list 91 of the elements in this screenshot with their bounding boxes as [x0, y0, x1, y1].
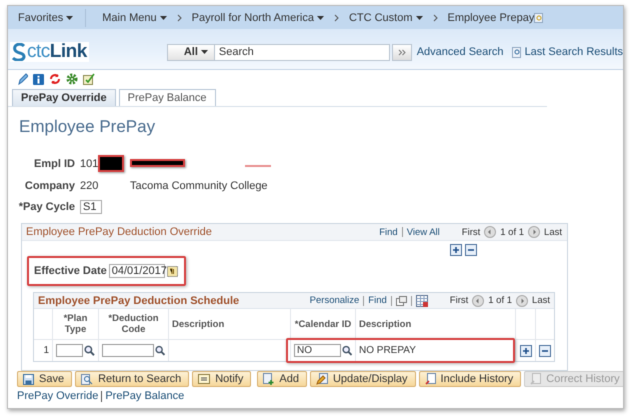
new-window-icon[interactable]	[396, 296, 407, 306]
calendar-description: NO PREPAY	[359, 345, 416, 356]
effective-date-field[interactable]: 04/01/2017	[108, 264, 165, 278]
delete-row-icon[interactable]	[539, 344, 551, 356]
tab[interactable]: PrePay Balance	[118, 89, 216, 106]
toolbar-button[interactable]: Save	[17, 371, 72, 387]
search-icon[interactable]	[342, 345, 352, 356]
search-icon[interactable]	[84, 345, 95, 356]
row-count: 1 of 1	[488, 295, 512, 306]
message-icon	[198, 374, 210, 384]
last-search-results-link[interactable]: Last Search Results	[512, 46, 623, 58]
page-title: Employee PrePay	[19, 117, 156, 137]
add-page-icon	[263, 373, 274, 385]
deduction-code-field[interactable]	[102, 344, 154, 357]
personalize-link[interactable]: Personalize	[310, 295, 360, 306]
add-row-icon[interactable]	[520, 344, 532, 356]
chevron-icon	[334, 14, 339, 22]
toolbar-button[interactable]: Notify	[192, 371, 252, 387]
column-header: Description	[355, 309, 515, 339]
last-label: Last	[544, 226, 562, 238]
last-label: Last	[532, 295, 550, 306]
first-label: First	[462, 226, 480, 238]
column-header: *Plan Type	[52, 309, 98, 339]
page-icon	[424, 373, 436, 385]
menu-item[interactable]: Main Menu	[102, 12, 167, 24]
column-header: *Deduction Code	[98, 309, 168, 339]
toolbar-button[interactable]: Add	[257, 371, 307, 387]
tab[interactable]: PrePay Override	[12, 89, 116, 106]
refresh-icon[interactable]	[49, 73, 61, 85]
search-field[interactable]: Search	[214, 44, 390, 60]
caret-icon	[200, 50, 208, 54]
double-chevron-icon	[398, 48, 406, 56]
find-link[interactable]: Find	[368, 295, 387, 306]
row-number: 1	[34, 339, 52, 361]
toolbar-button[interactable]: Update/Display	[310, 371, 416, 387]
delete-row-icon[interactable]	[465, 244, 477, 256]
row-count: 1 of 1	[500, 226, 524, 238]
column-header: *Calendar ID	[290, 309, 355, 339]
previous-icon[interactable]	[472, 294, 484, 306]
search-scope-dropdown[interactable]: All	[166, 44, 214, 60]
search-page-icon	[512, 46, 522, 58]
pay-cycle-field[interactable]: S1	[80, 200, 102, 214]
search-go-button[interactable]	[392, 44, 412, 60]
spreadsheet-icon[interactable]	[416, 294, 428, 306]
empl-id-value: 101	[80, 158, 98, 170]
page-link[interactable]: PrePay Balance	[105, 390, 184, 402]
column-header: Description	[168, 309, 290, 339]
breadcrumb-link[interactable]: Payroll for North America	[192, 12, 324, 24]
calendar-icon[interactable]	[166, 266, 178, 276]
settings-icon[interactable]	[66, 73, 78, 85]
pencil-icon[interactable]	[17, 73, 28, 85]
caret-icon	[416, 16, 422, 20]
plan-type-field[interactable]	[56, 344, 84, 357]
chevron-icon	[432, 14, 438, 22]
notepad-check-icon[interactable]	[83, 73, 95, 85]
annotation-line	[245, 164, 271, 166]
field-label: *Pay Cycle	[18, 201, 76, 213]
ctclink-logo: ctcLink	[10, 42, 89, 62]
page-link[interactable]: PrePay Override	[17, 390, 98, 402]
add-row-icon[interactable]	[450, 244, 462, 256]
chevron-icon	[176, 14, 182, 22]
redaction-bar	[130, 158, 185, 166]
page-icon	[530, 373, 542, 385]
next-icon[interactable]	[528, 226, 540, 238]
breadcrumb-link[interactable]: CTC Custom	[348, 12, 422, 24]
pencil-page-icon	[316, 373, 328, 385]
toolbar-button[interactable]: Return to Search	[75, 371, 190, 387]
search-icon[interactable]	[154, 345, 165, 356]
field-label: Company	[24, 180, 76, 192]
company-value: 220	[80, 180, 100, 192]
breadcrumb-link[interactable]: Employee Prepay	[448, 12, 534, 24]
caret-icon	[160, 16, 167, 20]
calendar-id-field[interactable]: NO	[294, 344, 341, 357]
previous-icon[interactable]	[484, 226, 496, 238]
company-name: Tacoma Community College	[130, 180, 269, 192]
grid-title: Employee PrePay Deduction Schedule	[38, 294, 240, 306]
toolbar-button[interactable]: Include History	[418, 371, 522, 387]
first-label: First	[450, 295, 468, 306]
section-title: Employee PrePay Deduction Override	[26, 226, 212, 238]
advanced-search-link[interactable]: Advanced Search	[416, 46, 504, 58]
find-link[interactable]: Find	[379, 226, 398, 238]
menu-item[interactable]: Favorites	[18, 12, 74, 24]
search-page-icon	[81, 374, 94, 384]
field-label: Empl ID	[33, 158, 76, 170]
field-label: Effective Date	[34, 265, 107, 277]
info-icon[interactable]	[33, 74, 44, 84]
caret-icon	[316, 16, 324, 20]
redaction-block	[98, 155, 124, 172]
caret-icon	[66, 16, 74, 20]
view-all-link[interactable]: View All	[406, 226, 440, 238]
next-icon[interactable]	[516, 294, 528, 306]
